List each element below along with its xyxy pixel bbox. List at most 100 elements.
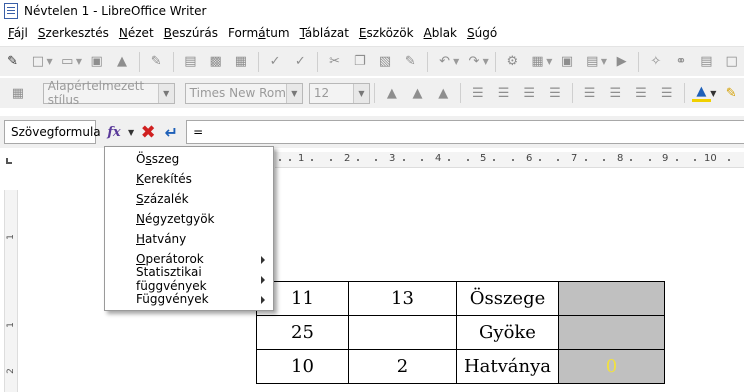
comment-icon[interactable]: ✎ bbox=[3, 52, 22, 72]
paste-icon[interactable]: ▧ bbox=[375, 52, 394, 72]
spellcheck-icon[interactable]: ✓ bbox=[265, 52, 284, 72]
menu-item-sum[interactable]: Ös szeg bbox=[105, 149, 273, 169]
chevron-down-icon[interactable]: ▼ bbox=[453, 57, 459, 66]
italic-icon[interactable]: ▲ bbox=[408, 83, 428, 103]
navigator-icon[interactable]: ⚙ bbox=[503, 52, 522, 72]
cancel-icon[interactable]: ✖ bbox=[138, 121, 158, 143]
edit-icon[interactable]: ✎ bbox=[147, 52, 166, 72]
chevron-down-icon[interactable]: ▼ bbox=[483, 57, 489, 66]
chevron-down-icon[interactable]: ▼ bbox=[601, 57, 607, 66]
save-icon[interactable]: ▣ bbox=[87, 52, 106, 72]
image-icon[interactable]: ▣ bbox=[557, 52, 576, 72]
table-cell[interactable]: Gyöke bbox=[456, 315, 559, 350]
table-cell[interactable]: 10 bbox=[256, 349, 349, 384]
table-row: 10 2 Hatványa 0 bbox=[256, 349, 665, 384]
chevron-down-icon[interactable]: ▼ bbox=[546, 57, 552, 66]
chevron-down-icon[interactable]: ▼ bbox=[710, 89, 716, 98]
separator bbox=[316, 51, 318, 72]
list-icon[interactable]: ☰ bbox=[580, 83, 600, 103]
note-icon[interactable]: ▤ bbox=[697, 52, 716, 72]
font-size-combo[interactable]: 12 ▼ bbox=[308, 82, 370, 104]
vertical-ruler: 1 1 2 bbox=[4, 190, 18, 392]
undo-icon[interactable]: ↶ bbox=[435, 52, 454, 72]
pdf-icon[interactable]: ▤ bbox=[181, 52, 200, 72]
print-icon[interactable]: ▩ bbox=[206, 52, 225, 72]
menu-item-sqrt[interactable]: Négyzetgyök bbox=[105, 209, 273, 229]
justify-icon[interactable]: ☰ bbox=[545, 83, 565, 103]
menu-item-functions[interactable]: Függvények bbox=[105, 289, 273, 309]
outdent-icon[interactable]: ☰ bbox=[657, 83, 677, 103]
menu-insert[interactable]: Beszúrás bbox=[159, 26, 223, 40]
window-title: Névtelen 1 - LibreOffice Writer bbox=[24, 4, 207, 18]
menu-item-power[interactable]: Hatvány bbox=[105, 229, 273, 249]
font-color-icon[interactable]: ▲ bbox=[691, 84, 712, 102]
link-icon[interactable]: ⚭ bbox=[671, 52, 690, 72]
table-cell[interactable]: 13 bbox=[348, 281, 457, 316]
template-icon[interactable]: ▲ bbox=[112, 52, 131, 72]
menu-edit[interactable]: Szerkesztés bbox=[33, 26, 114, 40]
table-cell[interactable]: Összege bbox=[456, 281, 559, 316]
table-cell-selected[interactable] bbox=[558, 281, 665, 316]
menu-item-round[interactable]: Kerekítés bbox=[105, 169, 273, 189]
menu-file[interactable]: Fájl bbox=[3, 26, 33, 40]
formula-name-box[interactable]: Szövegformula bbox=[4, 120, 101, 144]
font-name-combo[interactable]: Times New Roman ▼ bbox=[184, 82, 303, 104]
formula-input[interactable]: = bbox=[186, 120, 744, 144]
menu-item-percent[interactable]: Százalék bbox=[105, 189, 273, 209]
new-icon[interactable]: □ bbox=[28, 52, 47, 72]
chevron-down-icon[interactable]: ▼ bbox=[128, 128, 134, 137]
menu-format[interactable]: Formátum bbox=[223, 26, 295, 40]
menu-item-statistical[interactable]: Statisztikai függvények bbox=[105, 265, 273, 293]
table-cell[interactable] bbox=[348, 315, 457, 350]
table-row: 25 Gyöke bbox=[256, 315, 665, 350]
paragraph-style-combo[interactable]: Alapértelmezett stílus ▼ bbox=[42, 79, 175, 107]
menu-view[interactable]: Nézet bbox=[114, 26, 159, 40]
bold-icon[interactable]: ▲ bbox=[382, 83, 402, 103]
table-cell-result[interactable]: 0 bbox=[558, 349, 665, 384]
table-cell-selected[interactable] bbox=[558, 315, 665, 350]
special-char-icon[interactable]: ✧ bbox=[646, 52, 665, 72]
standard-toolbar: ✎ □ ▼ ▭ ▼ ▣ ▲ ✎ ▤ ▩ ▦ ✓ ✓ ✂ ❐ ▧ ✎ ↶ ▼ ↷ ▼ ⚙ … bbox=[0, 46, 744, 76]
field-icon[interactable]: ▶ bbox=[612, 52, 631, 72]
cut-icon[interactable]: ✂ bbox=[325, 52, 344, 72]
open-icon[interactable]: ▭ bbox=[58, 52, 77, 72]
hruler-mark: 6 bbox=[526, 153, 533, 164]
align-right-icon[interactable]: ☰ bbox=[519, 83, 539, 103]
accept-icon[interactable]: ↵ bbox=[160, 121, 182, 143]
ruler-dot bbox=[585, 159, 587, 161]
numbered-list-icon[interactable]: ☰ bbox=[605, 83, 625, 103]
ruler-dot bbox=[630, 159, 632, 161]
align-center-icon[interactable]: ☰ bbox=[494, 83, 514, 103]
menu-table[interactable]: Táblázat bbox=[295, 26, 354, 40]
frame-icon[interactable]: □ bbox=[722, 52, 741, 72]
align-left-icon[interactable]: ☰ bbox=[468, 83, 488, 103]
underline-icon[interactable]: ▲ bbox=[433, 83, 453, 103]
chevron-down-icon[interactable]: ▼ bbox=[285, 83, 302, 103]
chart-icon[interactable]: ▤ bbox=[583, 52, 602, 72]
copy-icon[interactable]: ❐ bbox=[350, 52, 369, 72]
chevron-down-icon[interactable]: ▼ bbox=[76, 57, 82, 66]
fx-icon[interactable]: fx bbox=[102, 121, 126, 143]
menu-window[interactable]: Ablak bbox=[419, 26, 462, 40]
clone-icon[interactable]: ✎ bbox=[401, 52, 420, 72]
menu-help[interactable]: Súgó bbox=[462, 26, 502, 40]
table-grid-icon[interactable]: ▦ bbox=[8, 83, 28, 103]
ruler-dot bbox=[330, 159, 332, 161]
menu-tools[interactable]: Eszközök bbox=[354, 26, 419, 40]
table-icon[interactable]: ▦ bbox=[528, 52, 547, 72]
indent-icon[interactable]: ☰ bbox=[631, 83, 651, 103]
chevron-down-icon[interactable]: ▼ bbox=[47, 57, 53, 66]
redo-icon[interactable]: ↷ bbox=[464, 52, 483, 72]
chevron-down-icon[interactable]: ▼ bbox=[353, 83, 369, 103]
hruler-mark: 10 bbox=[704, 153, 717, 164]
autocheck-icon[interactable]: ✓ bbox=[291, 52, 310, 72]
tab-stop-icon[interactable] bbox=[6, 158, 12, 164]
table-cell[interactable]: Hatványa bbox=[456, 349, 559, 384]
highlight-icon[interactable]: ✎ bbox=[721, 83, 741, 103]
chevron-down-icon[interactable]: ▼ bbox=[157, 83, 174, 103]
table-cell[interactable]: 25 bbox=[256, 315, 349, 350]
table-row: 11 13 Összege bbox=[256, 281, 665, 316]
table-cell[interactable]: 2 bbox=[348, 349, 457, 384]
preview-icon[interactable]: ▦ bbox=[231, 52, 250, 72]
separator bbox=[638, 51, 640, 72]
